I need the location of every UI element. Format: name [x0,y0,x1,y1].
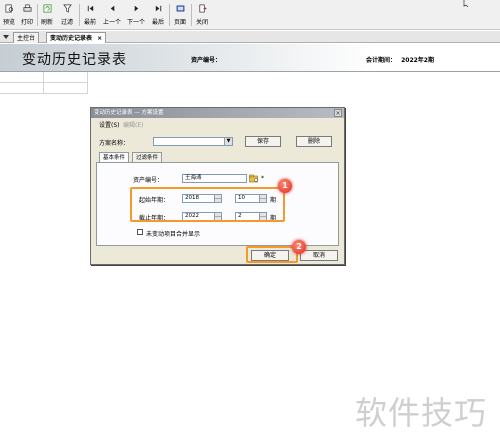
prev-label: 上一个 [102,19,121,26]
grid-cell[interactable] [44,72,88,83]
last-label: 最后 [151,19,164,26]
toolbar-separator [79,4,80,26]
report-header: 变动历史记录表 资产编号： 会计期间： 2022年2期 [0,44,500,72]
close-button[interactable]: 关闭 [195,2,209,28]
scheme-name-label: 方案名称： [99,140,130,147]
print-button[interactable]: 打印 [20,2,34,28]
refresh-label: 刷新 [40,19,53,26]
prev-icon [110,5,114,12]
dialog-close-button[interactable]: × [334,109,342,117]
print-icon [23,4,31,12]
refresh-button[interactable]: 刷新 [40,2,54,28]
scheme-settings-dialog: 变动历史记录表 — 方案设置 × 设置(S) 编辑(E) 方案名称： ▼ 保存 … [90,107,345,265]
chevron-down-icon[interactable] [3,34,9,40]
filter-label: 过滤 [60,19,73,26]
save-button[interactable]: 保存 [245,136,281,147]
filter-icon [62,4,72,13]
asset-code-label: 资产编号： [133,177,164,184]
close-label: 关闭 [195,19,208,26]
highlight-box-period [130,187,285,222]
toolbar-separator [191,4,192,26]
step-badge-2: 2 [292,240,306,254]
tab-close-icon[interactable]: × [97,35,102,42]
next-icon [134,5,138,12]
refresh-icon [43,4,51,13]
toolbar-separator [37,4,38,26]
chevron-down-icon: ▼ [224,138,232,145]
first-icon [87,5,93,12]
dialog-title: 变动历史记录表 — 方案设置 [94,110,164,116]
page-icon [176,5,184,12]
document-tabbar: 主控台 变动历史记录表 × [0,31,500,43]
cancel-button[interactable]: 取消 [300,250,338,261]
menu-edit[interactable]: 编辑(E) [123,120,143,129]
tab-home[interactable]: 主控台 [13,32,40,43]
period-header-label: 会计期间： 2022年2期 [366,55,434,64]
period-header-value: 2022年2期 [401,57,434,64]
required-mark: * [261,175,264,182]
toolbar-separator [169,4,170,26]
grid-cell[interactable] [0,83,44,94]
first-label: 最前 [83,19,96,26]
preview-icon [5,4,13,13]
delete-button[interactable]: 删除 [296,136,332,147]
prev-button[interactable]: 上一个 [102,2,122,28]
grid-cell[interactable] [0,72,44,83]
folder-browse-icon[interactable] [249,174,259,183]
scheme-name-select[interactable]: ▼ [153,137,233,146]
toolbar: 预览 打印 刷新 过滤 最前 上一个 下一个 最后 页面 关闭 [0,0,500,30]
highlight-box-ok [246,246,298,263]
close-icon [198,4,207,13]
page-label: 页面 [173,19,186,26]
last-icon [155,5,161,12]
merge-unchanged-checkbox[interactable] [137,229,143,235]
tab-change-history-label: 变动历史记录表 [50,35,93,42]
tab-change-history[interactable]: 变动历史记录表 × [46,32,107,43]
dialog-titlebar[interactable]: 变动历史记录表 — 方案设置 × [91,108,344,118]
watermark: 软件技巧 [355,394,488,432]
asset-code-input[interactable]: 王海涛 [182,174,247,183]
page-button[interactable]: 页面 [173,2,187,28]
filter-button[interactable]: 过滤 [60,2,74,28]
print-label: 打印 [20,19,33,26]
preview-label: 预览 [2,19,15,26]
next-button[interactable]: 下一个 [126,2,146,28]
first-button[interactable]: 最前 [83,2,97,28]
preview-button[interactable]: 预览 [2,2,16,28]
tab-basic-conditions[interactable]: 基本条件 [99,152,130,162]
last-button[interactable]: 最后 [151,2,165,28]
asset-code-header-label: 资产编号： [191,57,222,64]
scheme-name-value [154,139,156,145]
tab-filter-conditions[interactable]: 过滤条件 [132,152,163,162]
cursor-icon [463,0,469,7]
merge-unchanged-label: 未变动项目合并显示 [146,231,201,238]
period-header-label-text: 会计期间： [366,57,397,64]
report-title: 变动历史记录表 [22,52,127,68]
next-label: 下一个 [126,19,145,26]
menu-settings[interactable]: 设置(S) [99,120,120,129]
grid-cell[interactable] [44,83,88,94]
step-badge-1: 1 [278,179,292,193]
